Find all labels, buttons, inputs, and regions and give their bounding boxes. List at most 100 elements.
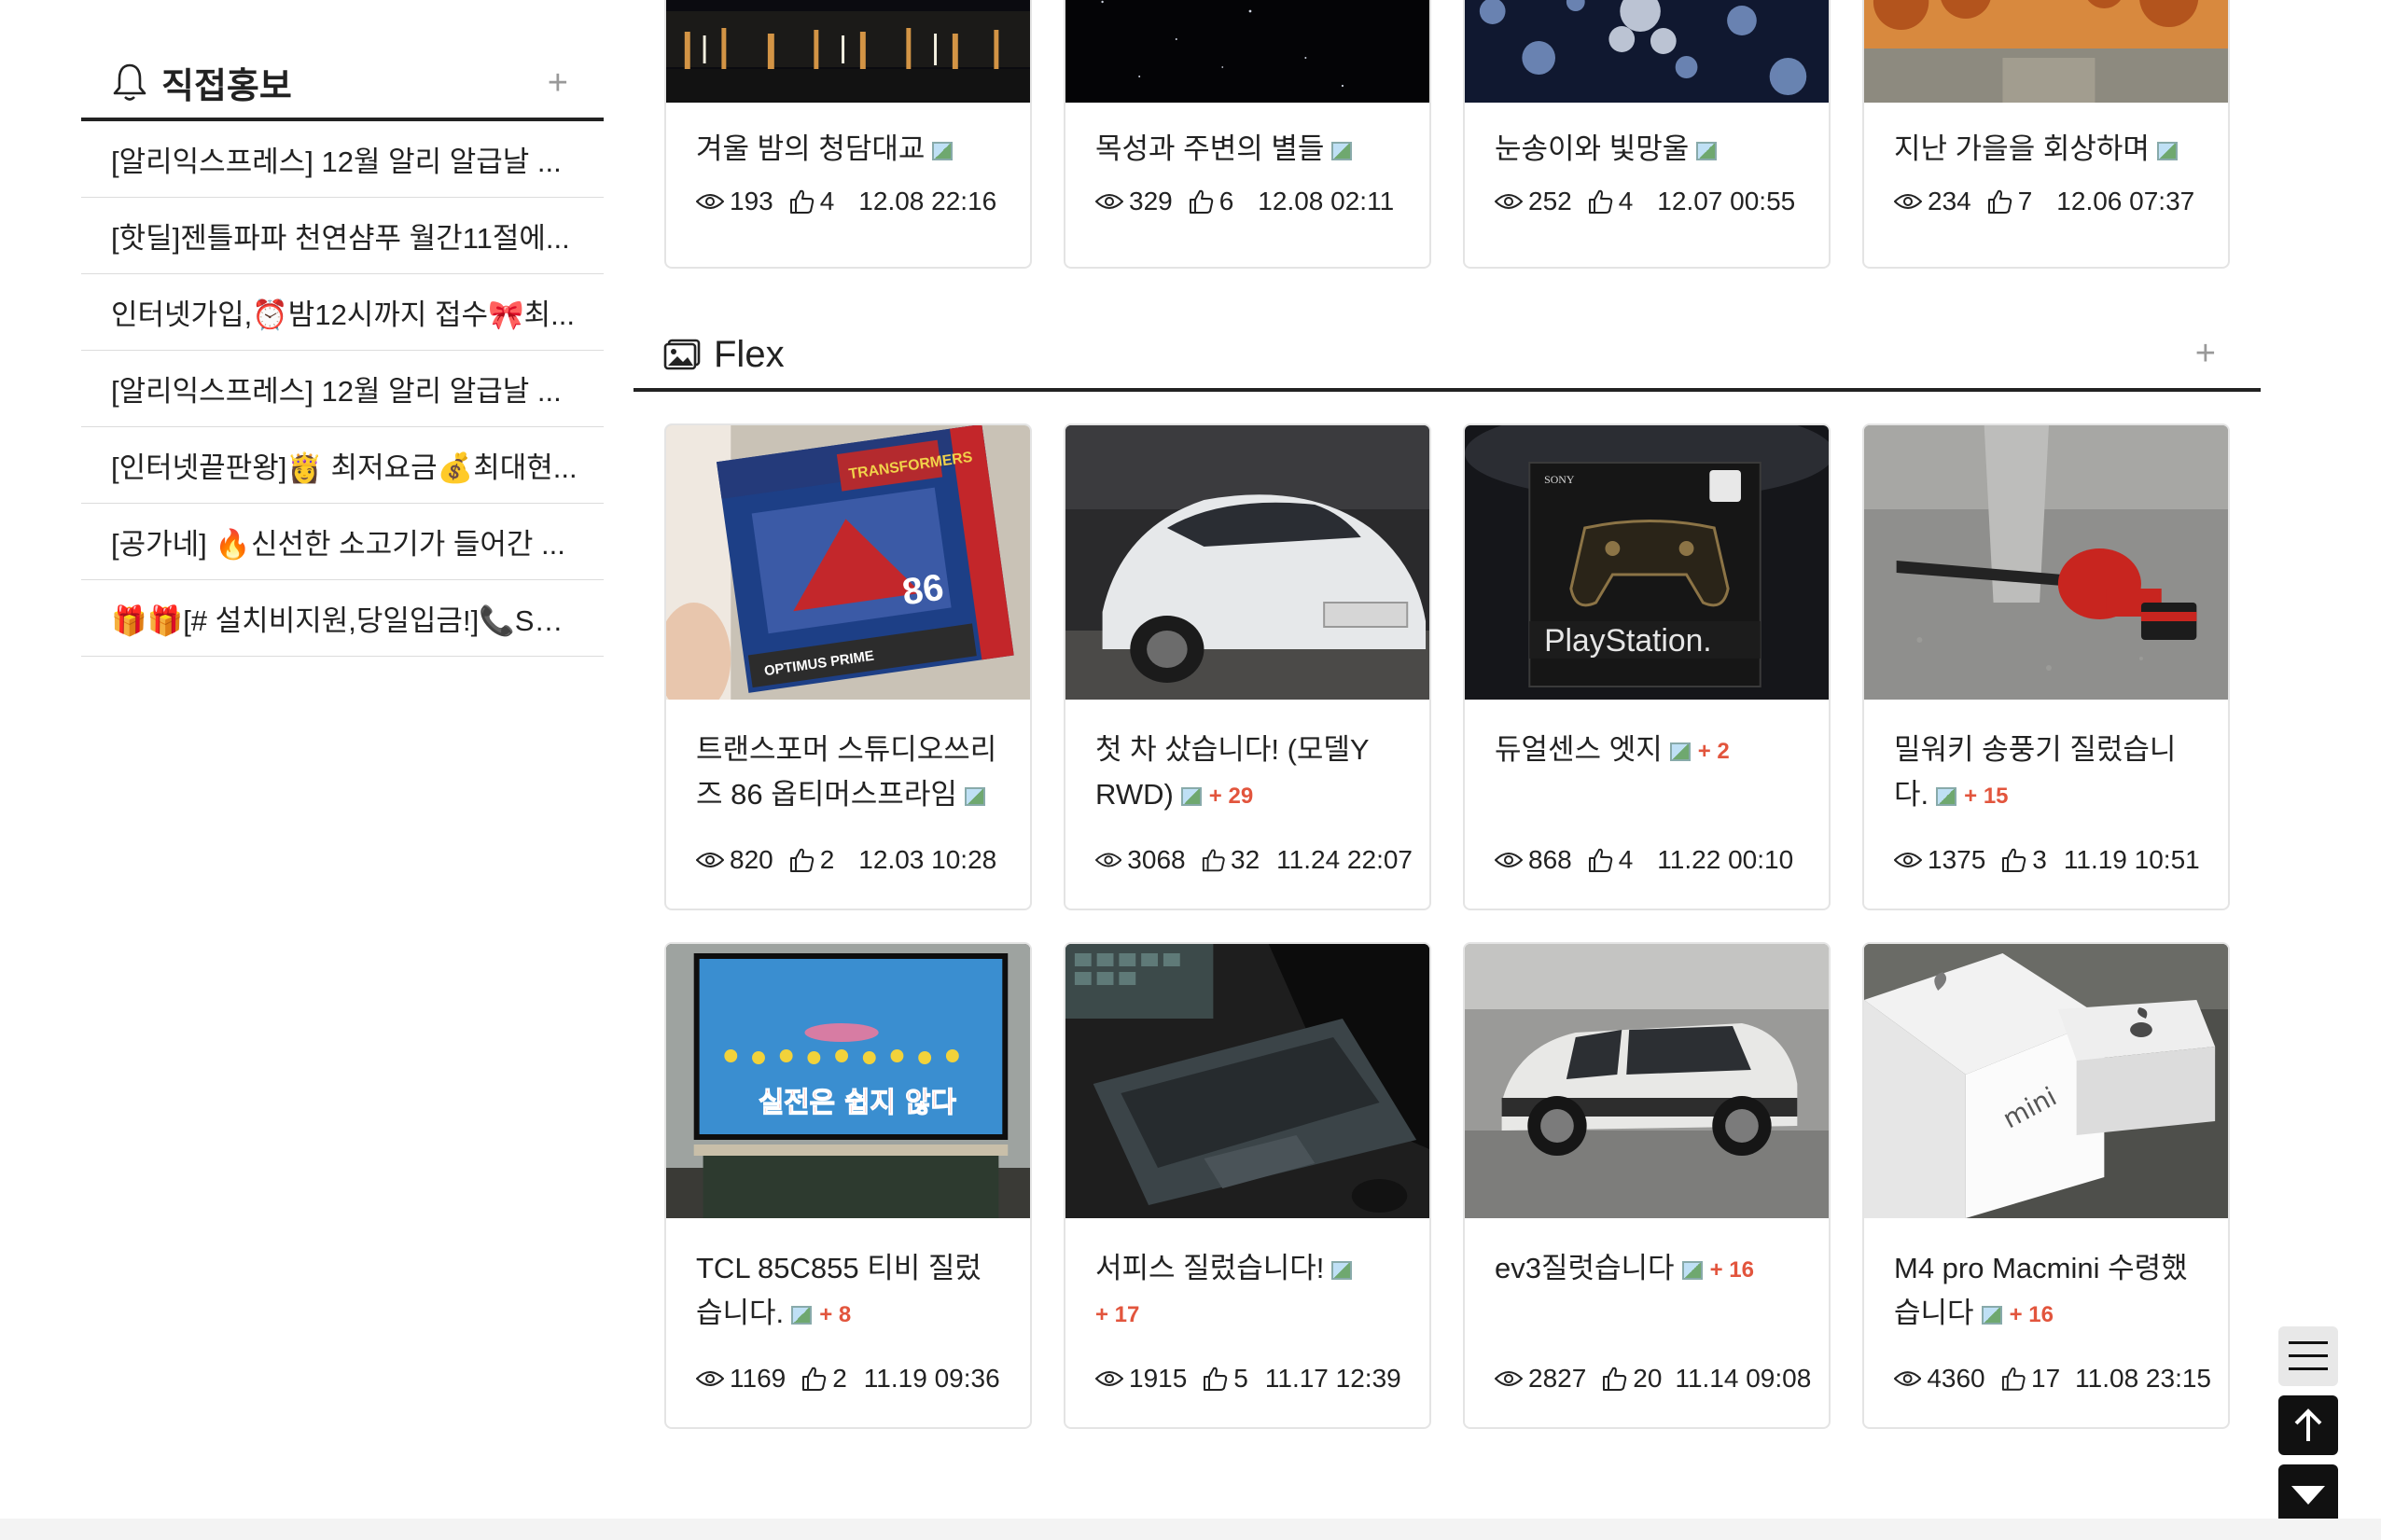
card-thumbnail — [1465, 944, 1829, 1218]
view-count: 1169 — [730, 1364, 787, 1393]
like-count: 17 — [2031, 1364, 2061, 1393]
scroll-top-button[interactable] — [2278, 1395, 2338, 1455]
card-meta: 252 4 12.07 00:55 — [1495, 187, 1812, 216]
card-title: 목성과 주변의 별들 — [1095, 127, 1399, 172]
list-item[interactable]: 🎁🎁[# 설치비지원,당일입금!]📞SK/... — [81, 580, 604, 657]
list-item-label: [알리익스프레스] 12월 알리 알급날 ... — [111, 375, 562, 408]
list-item[interactable]: 인터넷가입,⏰밤12시까지 접수🎀최... — [81, 274, 604, 351]
post-date: 11.19 10:51 — [2063, 845, 2200, 874]
image-gallery-icon — [663, 339, 701, 370]
thumbs-up-icon — [1986, 188, 2012, 215]
gallery-card[interactable]: 서피스 질렀습니다! + 17 1915 5 11.17 12:39 — [1064, 942, 1431, 1429]
gallery-card[interactable]: 지난 가을을 회상하며 234 7 12.06 07:37 — [1862, 0, 2230, 269]
card-meta: 234 7 12.06 07:37 — [1894, 187, 2211, 216]
comment-count: + 8 — [819, 1301, 852, 1327]
eye-icon — [696, 851, 724, 869]
like-count: 4 — [1618, 845, 1634, 874]
thumbs-up-icon — [1201, 847, 1225, 873]
gallery-card[interactable]: 눈송이와 빛망울 252 4 12.07 00:55 — [1463, 0, 1831, 269]
list-item[interactable]: [알리익스프레스] 12월 알리 알급날 ... — [81, 121, 604, 198]
eye-icon — [1095, 1369, 1123, 1388]
like-count: 4 — [1618, 187, 1634, 215]
card-meta: 1915 5 11.17 12:39 — [1095, 1364, 1413, 1394]
footer-strip — [0, 1519, 2381, 1540]
card-meta: 1169 2 11.19 09:36 — [696, 1364, 1013, 1394]
comment-count: + 2 — [1697, 738, 1730, 764]
list-item[interactable]: [알리익스프레스] 12월 알리 알급날 ... — [81, 351, 604, 427]
gallery-card[interactable]: 겨울 밤의 청담대교 193 4 12.08 22:16 — [664, 0, 1032, 269]
post-date: 11.08 23:15 — [2075, 1364, 2211, 1393]
card-meta: 1375 3 11.19 10:51 — [1894, 845, 2211, 875]
thumbs-up-icon — [2000, 1366, 2026, 1392]
card-title: 듀얼센스 엣지 + 2 — [1495, 733, 1730, 766]
like-count: 2 — [832, 1364, 847, 1393]
image-icon — [1681, 1260, 1703, 1280]
card-thumbnail — [1065, 0, 1429, 103]
list-item-label: 인터넷가입,⏰밤12시까지 접수🎀최... — [111, 298, 575, 331]
sony-text: SONY — [1544, 473, 1575, 486]
like-count: 20 — [1633, 1364, 1663, 1393]
post-date: 11.14 09:08 — [1675, 1364, 1812, 1393]
gallery-card[interactable]: SONY PlayStation. 듀얼센스 엣지 + 2 868 4 11.22… — [1463, 423, 1831, 910]
card-thumbnail — [1864, 425, 2228, 700]
card-title: TCL 85C855 티비 질렀 습니다. + 8 — [696, 1252, 982, 1329]
image-icon — [932, 141, 954, 160]
card-thumbnail — [666, 0, 1030, 103]
image-icon — [1981, 1305, 2002, 1325]
view-count: 234 — [1928, 187, 1971, 215]
gallery-card[interactable]: 첫 차 샀습니다! (모델Y RWD) + 29 3068 32 11.24 22:… — [1064, 423, 1431, 910]
triangle-down-icon — [2291, 1486, 2325, 1505]
thumbs-up-icon — [1587, 188, 1613, 215]
thumbs-up-icon — [788, 188, 815, 215]
list-item[interactable]: [공가네] 🔥신선한 소고기가 들어간 ... — [81, 504, 604, 580]
list-item[interactable]: [핫딜]젠틀파파 천연샴푸 월간11절에... — [81, 198, 604, 274]
view-count: 4360 — [1927, 1364, 1985, 1393]
sidebar-promo: 직접홍보 + [알리익스프레스] 12월 알리 알급날 ... [핫딜]젠틀파파… — [81, 47, 604, 657]
thumbs-up-icon — [801, 1366, 827, 1392]
card-title: 밀워키 송풍기 질렀습니 다. + 15 — [1894, 733, 2177, 811]
thumbs-up-icon — [1188, 188, 1214, 215]
card-thumbnail — [1065, 425, 1429, 700]
card-title: 트랜스포머 스튜디오쓰리 즈 86 옵티머스프라임 — [696, 733, 997, 811]
eye-icon — [1095, 192, 1123, 211]
image-icon — [1696, 141, 1718, 160]
comment-count: + 29 — [1208, 783, 1254, 809]
bell-icon — [113, 63, 146, 101]
gallery-card[interactable]: 목성과 주변의 별들 329 6 12.08 02:11 — [1064, 0, 1431, 269]
list-item[interactable]: [인터넷끝판왕]👸 최저요금💰최대현... — [81, 427, 604, 504]
gallery-card[interactable]: 밀워키 송풍기 질렀습니 다. + 15 1375 3 11.19 10:51 — [1862, 423, 2230, 910]
gallery-card[interactable]: TRANSFORMERS 86 OPTIMUS PRIME 트랜스포머 스튜디오… — [664, 423, 1032, 910]
thumbs-up-icon — [2000, 847, 2026, 873]
playstation-text: PlayStation. — [1544, 623, 1712, 659]
scroll-bottom-button[interactable] — [2278, 1464, 2338, 1524]
like-count: 32 — [1231, 845, 1260, 874]
gallery-card[interactable]: ev3질럿습니다 + 16 2827 20 11.14 09:08 — [1463, 942, 1831, 1429]
card-meta: 868 4 11.22 00:10 — [1495, 845, 1812, 875]
card-meta: 820 2 12.03 10:28 — [696, 845, 1013, 875]
card-title: 눈송이와 빛망울 — [1495, 127, 1799, 172]
image-icon — [1936, 786, 1957, 806]
card-title: ev3질럿습니다 + 16 — [1495, 1252, 1754, 1284]
list-item-label: [핫딜]젠틀파파 천연샴푸 월간11절에... — [111, 222, 570, 255]
section-more-button[interactable]: + — [2195, 334, 2216, 374]
section-title: Flex — [714, 333, 785, 375]
view-count: 1915 — [1129, 1364, 1188, 1393]
post-date: 12.07 00:55 — [1657, 187, 1796, 215]
gallery-card[interactable]: 실전은 쉽지 않다 TCL 85C855 티비 질렀 습니다. + 8 1169 2… — [664, 942, 1032, 1429]
gallery-card[interactable]: mini M4 pro Macmini 수령했 습니다 + 16 4360 17 1… — [1862, 942, 2230, 1429]
card-title: 겨울 밤의 청담대교 — [696, 127, 1000, 172]
eye-icon — [1095, 851, 1121, 869]
menu-button[interactable] — [2278, 1326, 2338, 1386]
sidebar-more-button[interactable]: + — [548, 63, 568, 104]
post-date: 11.17 12:39 — [1264, 1364, 1401, 1393]
thumbs-up-icon — [1202, 1366, 1228, 1392]
card-thumbnail — [1065, 944, 1429, 1218]
eye-icon — [1495, 192, 1523, 211]
tf-number-text: 86 — [899, 566, 946, 613]
comment-count: + 16 — [1709, 1256, 1754, 1283]
eye-icon — [1894, 851, 1922, 869]
eye-icon — [696, 192, 724, 211]
post-date: 12.06 07:37 — [2056, 187, 2195, 215]
card-meta: 3068 32 11.24 22:07 — [1095, 845, 1413, 875]
eye-icon — [1495, 851, 1523, 869]
